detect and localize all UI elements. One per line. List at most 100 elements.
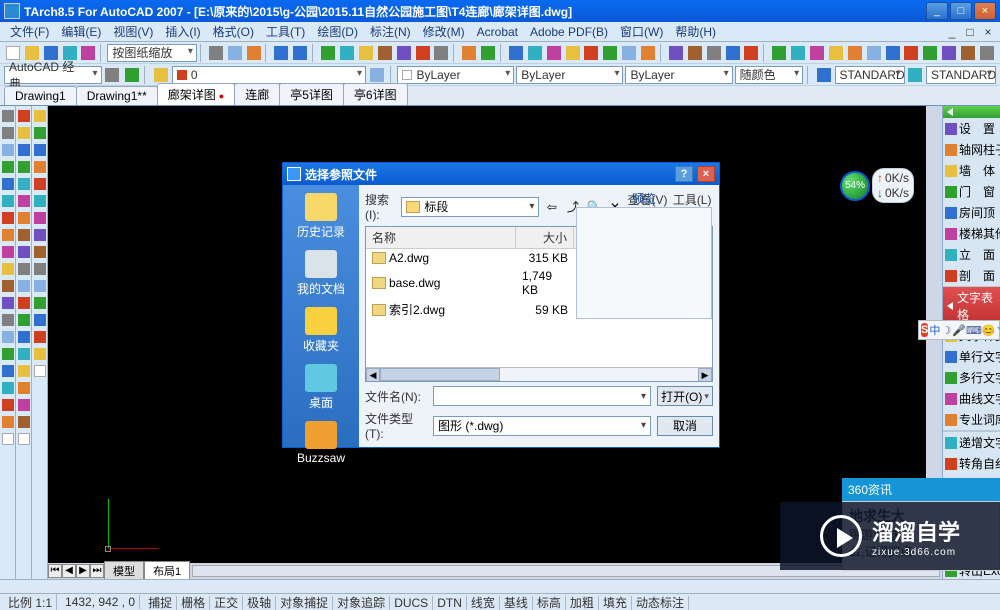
panel-item[interactable]: 专业词库	[943, 409, 1000, 430]
ime-moon-icon[interactable]: ☽	[941, 323, 951, 337]
copy2-icon[interactable]	[16, 125, 32, 141]
e10-icon[interactable]	[32, 261, 48, 277]
filetype-combo[interactable]: 图形 (*.dwg)▾	[433, 416, 651, 436]
tb-b3-icon[interactable]	[705, 44, 723, 62]
m20-icon[interactable]	[16, 431, 32, 447]
linetype-combo[interactable]: ByLayer	[516, 66, 623, 84]
panel-item[interactable]: 曲线文字	[943, 388, 1000, 409]
tb-copy-icon[interactable]	[226, 44, 244, 62]
sheet-first-icon[interactable]: ⏮	[48, 564, 62, 578]
tb-redo-icon[interactable]	[291, 44, 309, 62]
tb-textstyle-icon[interactable]	[815, 66, 832, 84]
table-icon[interactable]	[0, 397, 16, 413]
tb-c2-icon[interactable]	[789, 44, 807, 62]
menu-draw[interactable]: 绘图(D)	[311, 21, 364, 42]
tb-b4-icon[interactable]	[724, 44, 742, 62]
hatch2-icon[interactable]	[0, 346, 16, 362]
chamfer-icon[interactable]	[16, 329, 32, 345]
doctab-lianlan[interactable]: 连廊	[234, 83, 280, 105]
revcloud-icon[interactable]	[0, 227, 16, 243]
sheet-model[interactable]: 模型	[104, 561, 144, 579]
fillet-icon[interactable]	[16, 346, 32, 362]
e3-icon[interactable]	[32, 142, 48, 158]
scroll-left-icon[interactable]: ◀	[366, 368, 380, 382]
tb-c11-icon[interactable]	[959, 44, 977, 62]
panel-item[interactable]: 立 面	[943, 244, 1000, 265]
menu-help[interactable]: 帮助(H)	[669, 21, 722, 42]
doctab-drawing1b[interactable]: Drawing1**	[76, 86, 158, 105]
status-toggle[interactable]: 线宽	[467, 596, 500, 610]
panel-item[interactable]: 剖 面	[943, 265, 1000, 286]
status-toggle[interactable]: 基线	[500, 596, 533, 610]
doctab-drawing1[interactable]: Drawing1	[4, 86, 77, 105]
ellipsearc-icon[interactable]	[0, 278, 16, 294]
ime-toolbar[interactable]: S 中 ☽ 🎤 ⌨ 😊 🔧	[918, 320, 1000, 340]
tb-c10-icon[interactable]	[940, 44, 958, 62]
tb-c9-icon[interactable]	[921, 44, 939, 62]
mirror-icon[interactable]	[16, 142, 32, 158]
trim-icon[interactable]	[16, 261, 32, 277]
pline-icon[interactable]	[0, 142, 16, 158]
tb-a8-icon[interactable]	[639, 44, 657, 62]
e1-icon[interactable]	[32, 108, 48, 124]
tb-dimstyle-icon[interactable]	[907, 66, 924, 84]
file-h-scroll[interactable]: ◀ ▶	[366, 367, 712, 381]
workspace-combo[interactable]: AutoCAD 经典	[4, 66, 102, 84]
doctab-active[interactable]: 廊架详图●	[157, 83, 235, 105]
sidebar-place[interactable]: Buzzsaw	[291, 419, 351, 467]
ime-voice-icon[interactable]: 🎤	[952, 323, 966, 337]
insert-icon[interactable]	[0, 295, 16, 311]
menu-adobepdf[interactable]: Adobe PDF(B)	[524, 23, 614, 41]
tb-layerstate-icon[interactable]	[368, 66, 385, 84]
tb-c3-icon[interactable]	[808, 44, 826, 62]
sheet-next-icon[interactable]: ▶	[76, 564, 90, 578]
tb-match-icon[interactable]	[319, 44, 337, 62]
sheet-last-icon[interactable]: ⏭	[90, 564, 104, 578]
tb-a1-icon[interactable]	[507, 44, 525, 62]
tb-props-icon[interactable]	[395, 44, 413, 62]
tb-layer-icon[interactable]	[152, 66, 169, 84]
offset-icon[interactable]	[16, 159, 32, 175]
tb-xref-icon[interactable]	[357, 44, 375, 62]
back-button[interactable]: ⇦	[543, 197, 560, 217]
look-in-combo[interactable]: 标段 ▾	[401, 197, 539, 217]
m19-icon[interactable]	[16, 414, 32, 430]
tb-dist-icon[interactable]	[414, 44, 432, 62]
cancel-button[interactable]: 取消	[657, 416, 713, 436]
stretch-icon[interactable]	[16, 244, 32, 260]
status-toggle[interactable]: 捕捉	[144, 596, 177, 610]
status-toggle[interactable]: 极轴	[243, 596, 276, 610]
tb-hatch-icon[interactable]	[376, 44, 394, 62]
m18-icon[interactable]	[16, 397, 32, 413]
ellipse-icon[interactable]	[0, 261, 16, 277]
rotate-icon[interactable]	[16, 210, 32, 226]
status-toggle[interactable]: 对象追踪	[333, 596, 390, 610]
tb-calc-icon[interactable]	[432, 44, 450, 62]
command-line[interactable]	[0, 579, 1000, 593]
dialog-close-button[interactable]: ×	[697, 166, 715, 182]
ime-kbd-icon[interactable]: ⌨	[967, 323, 981, 337]
panel-item[interactable]: 多行文字	[943, 367, 1000, 388]
tb-b2-icon[interactable]	[686, 44, 704, 62]
status-toggle[interactable]: 填充	[599, 596, 632, 610]
e12-icon[interactable]	[32, 295, 48, 311]
tb-a3-icon[interactable]	[545, 44, 563, 62]
tb-cut-icon[interactable]	[207, 44, 225, 62]
maximize-button[interactable]: □	[950, 2, 972, 20]
minimize-button[interactable]: _	[926, 2, 948, 20]
tb-a4-icon[interactable]	[564, 44, 582, 62]
panel-item[interactable]: 房间顶	[943, 202, 1000, 223]
sheet-layout1[interactable]: 布局1	[144, 561, 190, 579]
status-toggle[interactable]: 正交	[210, 596, 243, 610]
tb-a5-icon[interactable]	[583, 44, 601, 62]
panel-item[interactable]: 转角自纠	[943, 453, 1000, 474]
panel-head-1[interactable]	[943, 106, 1000, 118]
menu-file[interactable]: 文件(F)	[4, 21, 55, 42]
xline-icon[interactable]	[0, 125, 16, 141]
ime-logo-icon[interactable]: S	[921, 323, 928, 337]
layer-combo[interactable]: 0	[172, 66, 366, 84]
tb-c8-icon[interactable]	[903, 44, 921, 62]
plotstyle-combo[interactable]: 随颜色	[735, 66, 803, 84]
filename-input[interactable]: ▾	[433, 386, 651, 406]
menu-acrobat[interactable]: Acrobat	[471, 23, 524, 41]
